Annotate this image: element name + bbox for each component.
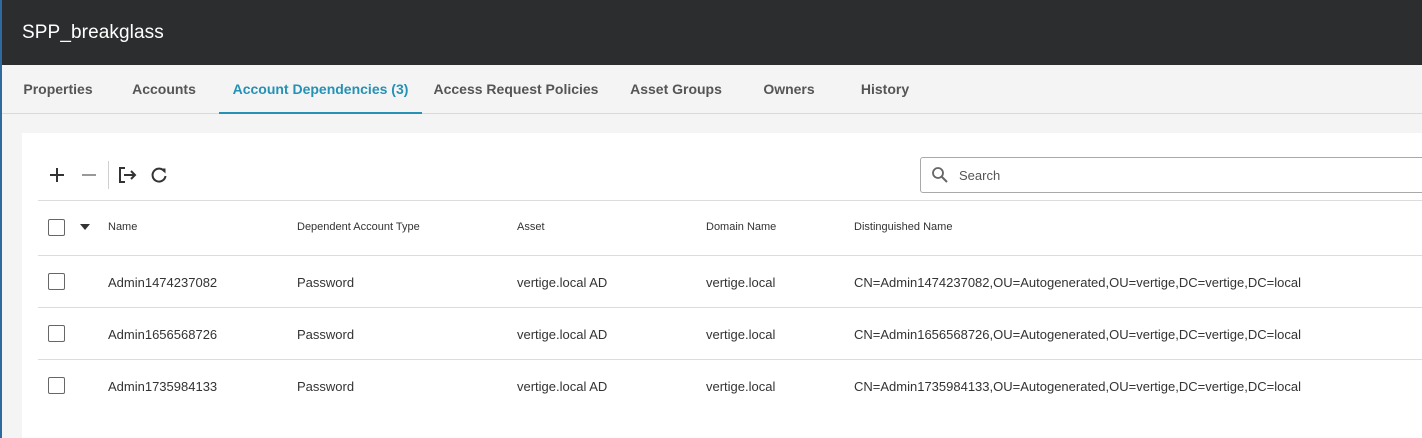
chevron-down-icon[interactable] <box>80 224 90 230</box>
cell-type: Password <box>297 275 355 290</box>
cell-dn: CN=Admin1656568726,OU=Autogenerated,OU=v… <box>854 327 1301 342</box>
page-header: SPP_breakglass <box>2 0 1422 65</box>
remove-button[interactable] <box>76 162 102 188</box>
refresh-button[interactable] <box>146 162 172 188</box>
tab-bar: Properties Accounts Account Dependencies… <box>2 65 1422 114</box>
cell-domain: vertige.local <box>706 327 776 342</box>
column-header-name[interactable]: Name <box>108 221 137 233</box>
divider <box>38 307 1422 308</box>
tab-owners[interactable]: Owners <box>742 65 836 113</box>
cell-type: Password <box>297 327 355 342</box>
column-header-domain[interactable]: Domain Name <box>706 221 776 233</box>
column-header-asset[interactable]: Asset <box>517 221 545 233</box>
cell-asset: vertige.local AD <box>517 327 608 342</box>
row-checkbox[interactable] <box>48 325 65 342</box>
divider <box>38 200 1422 201</box>
divider <box>38 359 1422 360</box>
search-icon <box>932 167 948 183</box>
row-checkbox[interactable] <box>48 377 65 394</box>
cell-asset: vertige.local AD <box>517 275 608 290</box>
cell-name: Admin1735984133 <box>108 379 218 394</box>
select-all-checkbox[interactable] <box>48 219 65 236</box>
tab-properties[interactable]: Properties <box>2 65 114 113</box>
add-button[interactable] <box>44 162 70 188</box>
cell-dn: CN=Admin1474237082,OU=Autogenerated,OU=v… <box>854 275 1301 290</box>
refresh-icon <box>151 167 167 183</box>
search-box <box>920 157 1422 193</box>
remove-icon <box>82 174 96 176</box>
toolbar-separator <box>108 161 109 189</box>
cell-name: Admin1474237082 <box>108 275 218 290</box>
add-icon <box>50 168 64 182</box>
tab-access-request-policies[interactable]: Access Request Policies <box>422 65 610 113</box>
column-header-type[interactable]: Dependent Account Type <box>297 221 420 233</box>
tab-asset-groups[interactable]: Asset Groups <box>610 65 742 113</box>
tab-account-dependencies[interactable]: Account Dependencies (3) <box>219 65 422 114</box>
column-header-dn[interactable]: Distinguished Name <box>854 221 952 233</box>
cell-domain: vertige.local <box>706 379 776 394</box>
tab-accounts[interactable]: Accounts <box>114 65 214 113</box>
cell-domain: vertige.local <box>706 275 776 290</box>
export-button[interactable] <box>114 162 140 188</box>
cell-dn: CN=Admin1735984133,OU=Autogenerated,OU=v… <box>854 379 1301 394</box>
divider <box>38 255 1422 256</box>
search-input[interactable] <box>959 159 1419 191</box>
cell-type: Password <box>297 379 355 394</box>
page-title: SPP_breakglass <box>22 22 164 43</box>
row-checkbox[interactable] <box>48 273 65 290</box>
cell-name: Admin1656568726 <box>108 327 218 342</box>
cell-asset: vertige.local AD <box>517 379 608 394</box>
export-icon <box>119 167 137 183</box>
tab-history[interactable]: History <box>836 65 934 113</box>
